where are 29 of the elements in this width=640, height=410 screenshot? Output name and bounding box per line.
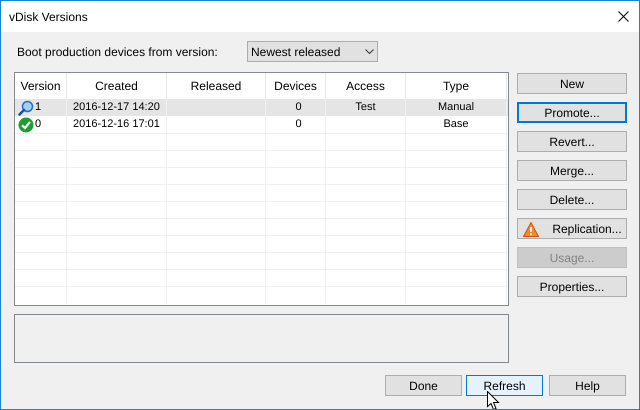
chevron-down-icon	[365, 49, 374, 54]
action-button[interactable]: Merge...	[517, 160, 627, 181]
warning-icon	[523, 222, 539, 237]
table-cell-text: 0	[294, 117, 302, 132]
table-cell-text: Test	[355, 100, 376, 116]
table-cell-text: 0	[294, 100, 302, 116]
boot-label: Boot production devices from version:	[17, 44, 219, 60]
dialog-button[interactable]: Done	[385, 375, 462, 396]
dialog-button[interactable]: Refresh	[466, 375, 543, 396]
table-cell-text: 2016-12-16 17:01	[73, 117, 160, 132]
mouse-cursor-icon	[487, 391, 500, 409]
table-cell-text: Manual	[438, 100, 474, 116]
table-row[interactable]: 1 2016-12-17 14:20 0 Test Manual	[15, 99, 508, 116]
table-cell-text: 0	[35, 117, 42, 132]
magnifier-icon	[18, 100, 34, 116]
table-cell-text: 2016-12-17 14:20	[73, 100, 160, 116]
version-dropdown[interactable]: Newest released	[247, 41, 378, 62]
window-title: vDisk Versions	[9, 8, 88, 26]
action-button[interactable]: Revert...	[517, 131, 627, 152]
dialog-button[interactable]: Help	[549, 375, 626, 396]
action-button[interactable]: Promote...	[517, 102, 627, 123]
action-button[interactable]: Delete...	[517, 189, 627, 210]
check-icon	[18, 116, 34, 132]
table-cell-text: 1	[35, 100, 42, 116]
replication-button[interactable]: Replication...	[517, 218, 627, 239]
table-cell-text: Base	[443, 117, 469, 132]
close-icon[interactable]	[618, 11, 629, 22]
action-button[interactable]: Properties...	[517, 276, 627, 297]
action-button[interactable]: New	[517, 73, 627, 94]
